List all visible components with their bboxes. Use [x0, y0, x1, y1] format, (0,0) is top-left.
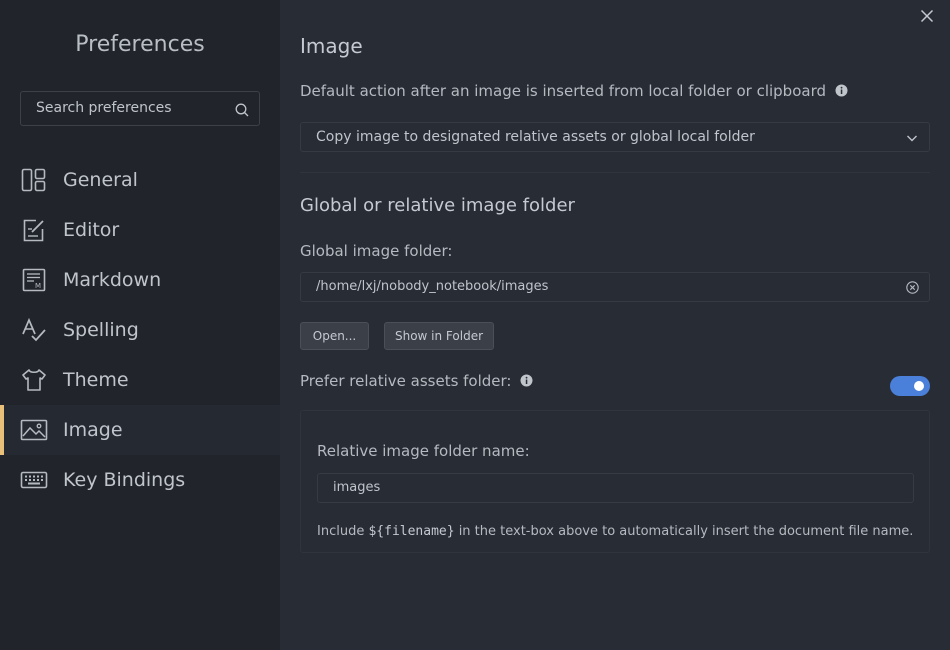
sidebar-item-image[interactable]: Image [0, 405, 280, 455]
sidebar: Preferences Search preferences General E… [0, 0, 280, 650]
global-folder-label: Global image folder: [300, 242, 453, 260]
sidebar-item-markdown[interactable]: M Markdown [0, 255, 280, 305]
sidebar-item-spelling[interactable]: Spelling [0, 305, 280, 355]
hint-code: ${filename} [368, 524, 455, 539]
relative-folder-box: Relative image folder name: images Inclu… [300, 410, 930, 553]
section-divider [300, 172, 930, 173]
default-action-select[interactable]: Copy image to designated relative assets… [300, 122, 930, 152]
open-button[interactable]: Open... [300, 322, 369, 350]
sidebar-item-label: Markdown [63, 269, 162, 291]
hint-prefix: Include [317, 524, 369, 539]
search-icon[interactable] [235, 103, 249, 117]
relative-folder-field[interactable]: images [317, 473, 914, 503]
svg-text:M: M [35, 282, 41, 290]
info-icon[interactable] [835, 84, 848, 97]
sidebar-item-label: General [63, 169, 138, 191]
clear-icon[interactable] [906, 281, 919, 294]
sidebar-item-editor[interactable]: Editor [0, 205, 280, 255]
page-title: Image [300, 34, 363, 58]
search-input[interactable]: Search preferences [36, 100, 172, 116]
sidebar-nav: General Editor M Markdown Spelling Theme… [0, 155, 280, 505]
default-action-label: Default action after an image is inserte… [300, 82, 848, 100]
prefer-relative-toggle[interactable] [890, 376, 930, 396]
search-box[interactable]: Search preferences [20, 91, 260, 126]
sidebar-item-label: Spelling [63, 319, 139, 341]
global-folder-value[interactable]: /home/lxj/nobody_notebook/images [316, 279, 548, 294]
relative-folder-label: Relative image folder name: [317, 442, 530, 460]
close-icon[interactable] [919, 8, 935, 24]
general-icon [21, 168, 46, 192]
sidebar-title: Preferences [75, 32, 205, 57]
sidebar-item-label: Theme [63, 369, 129, 391]
prefer-relative-label: Prefer relative assets folder: [300, 372, 533, 390]
image-icon [20, 419, 48, 441]
chevron-down-icon [907, 135, 917, 142]
spelling-icon [22, 317, 46, 342]
keyboard-icon [20, 471, 48, 489]
filename-hint: Include ${filename} in the text-box abov… [317, 524, 913, 539]
sidebar-item-general[interactable]: General [0, 155, 280, 205]
global-folder-field[interactable]: /home/lxj/nobody_notebook/images [300, 272, 930, 302]
info-icon[interactable] [520, 374, 533, 387]
default-action-value: Copy image to designated relative assets… [316, 129, 755, 145]
sidebar-item-label: Editor [63, 219, 120, 241]
show-in-folder-button[interactable]: Show in Folder [384, 322, 494, 350]
hint-suffix: in the text-box above to automatically i… [454, 524, 914, 539]
editor-icon [23, 219, 44, 242]
sidebar-item-theme[interactable]: Theme [0, 355, 280, 405]
sidebar-item-label: Image [63, 419, 123, 441]
prefer-relative-label-text: Prefer relative assets folder: [300, 372, 512, 390]
toggle-knob [914, 381, 924, 391]
relative-folder-value[interactable]: images [333, 480, 380, 495]
theme-icon [22, 369, 46, 391]
markdown-icon: M [22, 268, 46, 292]
sidebar-item-label: Key Bindings [63, 469, 186, 491]
sidebar-item-key-bindings[interactable]: Key Bindings [0, 455, 280, 505]
folder-section-title: Global or relative image folder [300, 195, 575, 216]
default-action-label-text: Default action after an image is inserte… [300, 82, 826, 100]
